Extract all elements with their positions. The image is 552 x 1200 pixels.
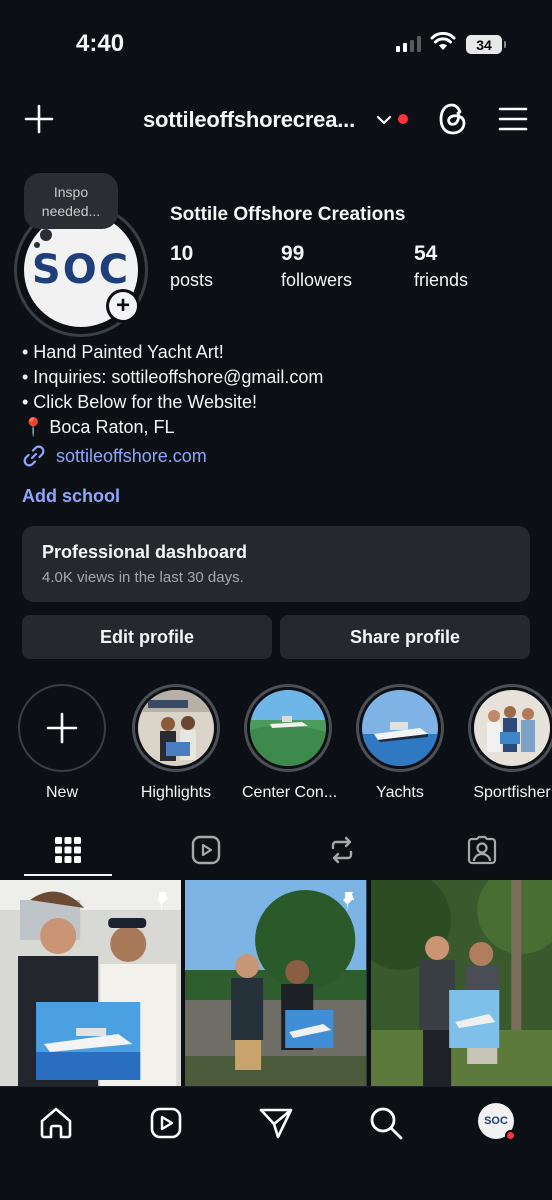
highlight-item[interactable]: Yachts [354, 684, 446, 802]
note-tail [34, 242, 40, 248]
new-highlight-ring[interactable] [18, 684, 106, 772]
bio-line: • Hand Painted Yacht Art! [22, 342, 224, 362]
post-image [370, 880, 552, 1086]
soc-logo: SOC [31, 247, 131, 293]
highlight-cover-image [474, 690, 550, 766]
active-tab-indicator [24, 874, 112, 876]
highlight-cover-image [138, 690, 214, 766]
profile-tabs [0, 826, 552, 878]
highlight-cover-image [362, 690, 438, 766]
pin-icon [157, 892, 169, 911]
account-switcher-username[interactable]: sottileoffshorecrea... [143, 107, 355, 133]
highlight-label: Sportfisher [473, 784, 551, 801]
posts-stat[interactable]: 10 posts [170, 242, 213, 291]
share-profile-button[interactable]: Share profile [280, 615, 530, 659]
plus-icon [46, 712, 78, 744]
friends-count: 54 [414, 242, 438, 265]
grid-icon[interactable] [52, 834, 84, 866]
add-school-link[interactable]: Add school [22, 486, 120, 507]
chevron-down-icon[interactable] [376, 114, 392, 126]
professional-dashboard[interactable]: Professional dashboard 4.0K views in the… [22, 526, 530, 602]
highlight-ring[interactable] [468, 684, 552, 772]
status-bar: 4:40 34 [0, 0, 552, 90]
plus-icon: + [109, 292, 137, 320]
link-icon [23, 445, 45, 467]
highlight-item[interactable]: Highlights [130, 684, 222, 802]
friends-label: friends [414, 270, 469, 290]
add-story-button[interactable]: + [106, 289, 140, 323]
edit-profile-button[interactable]: Edit profile [22, 615, 272, 659]
pin-icon [342, 892, 354, 911]
highlight-ring[interactable] [244, 684, 332, 772]
highlight-label: Center Con... [242, 784, 338, 801]
dashboard-title: Professional dashboard [42, 542, 248, 562]
post-thumbnail[interactable] [185, 880, 367, 1086]
website-link[interactable]: sottileoffshore.com [22, 444, 207, 468]
wifi-icon [430, 32, 456, 50]
threads-icon[interactable] [438, 102, 468, 136]
highlight-label: New [45, 784, 78, 801]
home-icon[interactable] [38, 1105, 74, 1141]
website-url[interactable]: sottileoffshore.com [56, 446, 207, 467]
highlight-new[interactable]: New [16, 684, 108, 802]
friends-stat[interactable]: 54 friends [414, 242, 468, 291]
status-time: 4:40 [76, 30, 125, 57]
dashboard-subtitle: 4.0K views in the last 30 days. [42, 569, 244, 586]
post-thumbnail[interactable] [370, 880, 552, 1086]
bio-location: 📍 Boca Raton, FL [22, 417, 175, 437]
highlight-item[interactable]: Center Con... [242, 684, 338, 802]
bio-line: • Click Below for the Website! [22, 392, 258, 412]
highlight-ring[interactable] [132, 684, 220, 772]
post-grid [0, 880, 552, 1086]
followers-stat[interactable]: 99 followers [281, 242, 352, 291]
notification-dot [505, 1130, 516, 1141]
posts-count: 10 [170, 242, 194, 265]
posts-label: posts [170, 270, 214, 290]
profile-header: sottileoffshorecrea... [0, 98, 552, 142]
search-icon[interactable] [368, 1105, 404, 1141]
notification-dot [398, 114, 408, 124]
note-bubble[interactable]: Inspo needed... [24, 173, 118, 248]
bio-line: • Inquiries: sottileoffshore@gmail.com [22, 367, 324, 387]
followers-count: 99 [281, 242, 305, 265]
highlight-item[interactable]: Sportfisher [466, 684, 552, 802]
reels-icon[interactable] [190, 834, 222, 866]
profile-avatar-logo: SOC [484, 1115, 508, 1127]
bio: • Hand Painted Yacht Art! • Inquiries: s… [22, 340, 323, 440]
display-name: Sottile Offshore Creations [170, 204, 406, 225]
highlight-label: Yachts [376, 784, 424, 801]
reels-icon[interactable] [148, 1105, 184, 1141]
post-thumbnail[interactable] [0, 880, 182, 1086]
highlight-label: Highlights [140, 784, 212, 801]
bottom-nav: SOC [0, 1086, 552, 1200]
followers-label: followers [281, 270, 353, 290]
menu-icon[interactable] [498, 106, 528, 132]
battery-indicator: 34 [466, 35, 506, 54]
messages-icon[interactable] [258, 1105, 294, 1141]
note-text: Inspo needed... [41, 184, 101, 219]
highlight-cover-image [250, 690, 326, 766]
cellular-signal-icon [396, 36, 421, 52]
profile-avatar[interactable]: SOC [478, 1103, 516, 1141]
reposts-icon[interactable] [326, 834, 358, 866]
tagged-icon[interactable] [466, 834, 498, 866]
create-post-icon[interactable] [24, 104, 54, 134]
highlight-ring[interactable] [356, 684, 444, 772]
